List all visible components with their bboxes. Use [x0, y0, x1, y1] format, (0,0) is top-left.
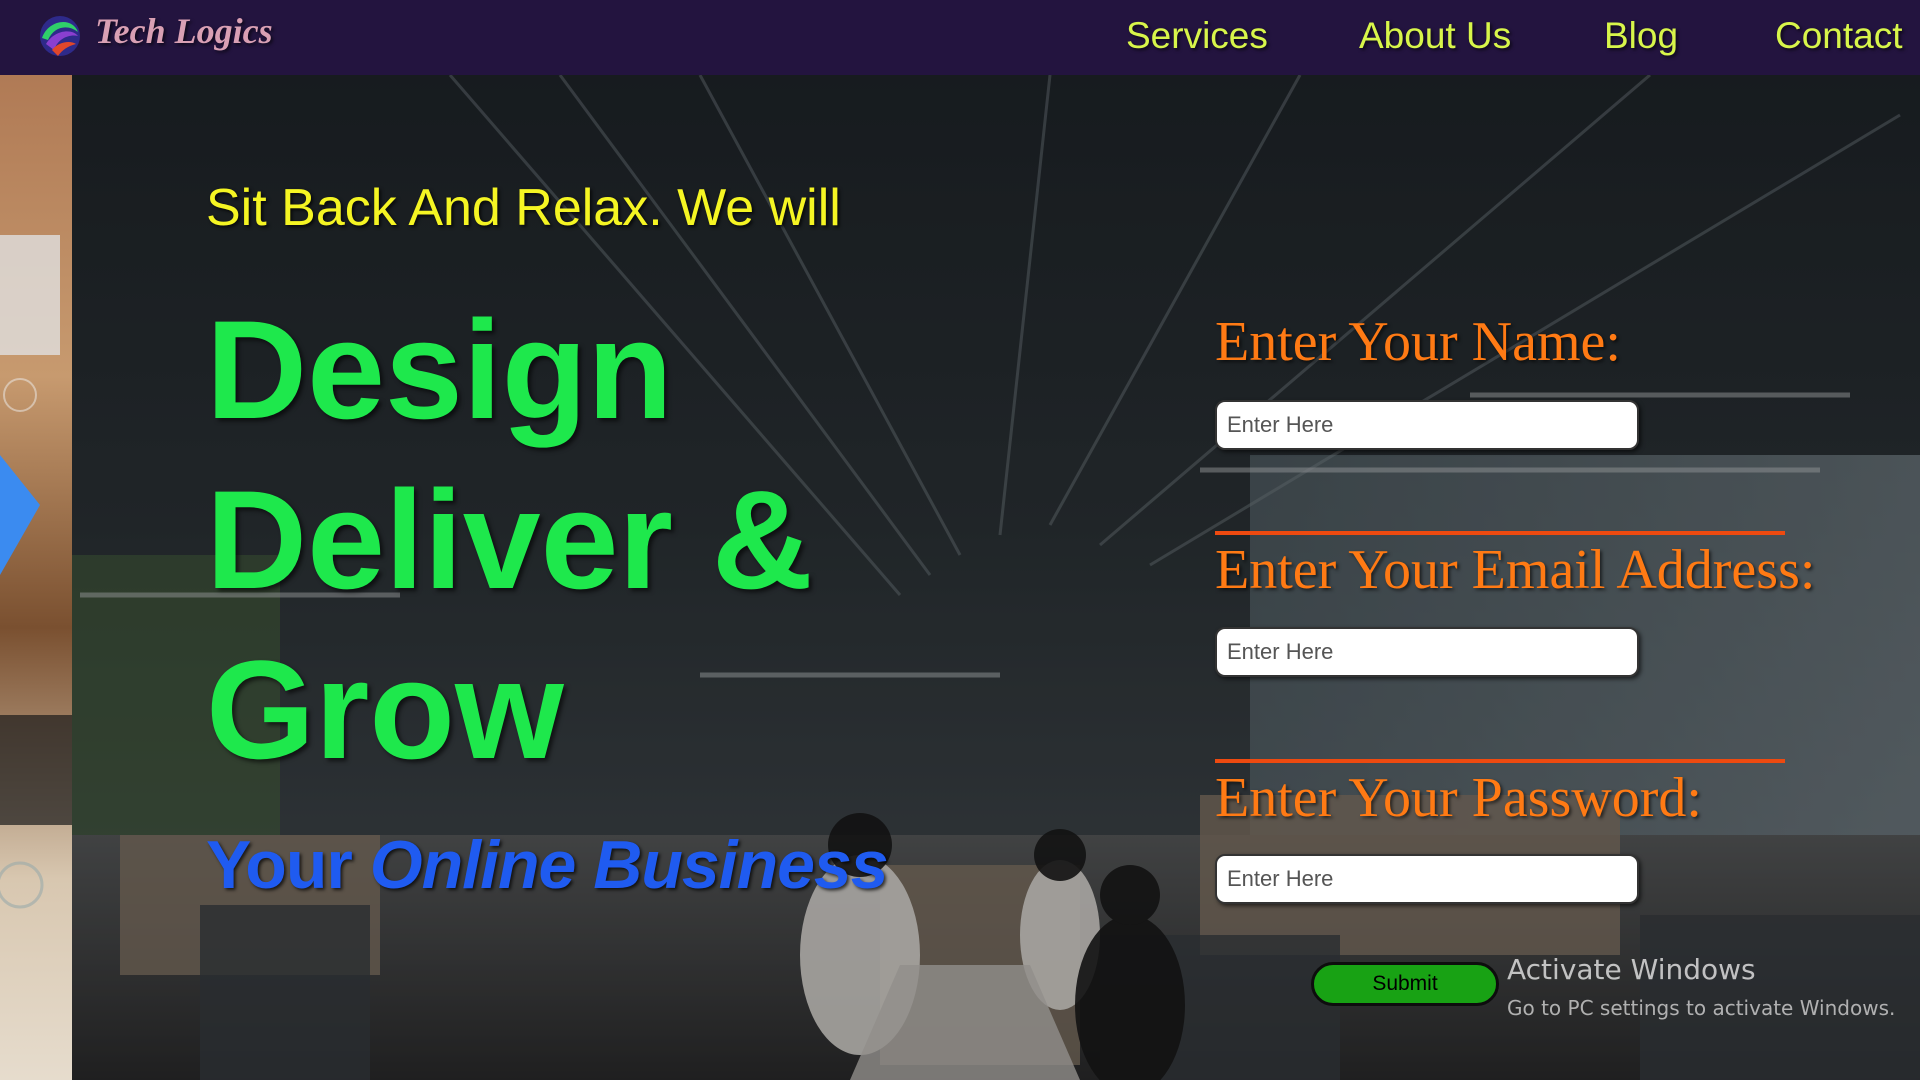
form-divider-1: [1215, 531, 1785, 535]
subheading-emphasis: Online Business: [369, 827, 889, 903]
name-field-label: Enter Your Name:: [1215, 311, 1621, 373]
email-input[interactable]: [1215, 627, 1639, 677]
hero-subheading: Your Online Business: [206, 826, 889, 904]
hero-tagline: Sit Back And Relax. We will: [206, 179, 841, 237]
activate-windows-subtitle: Go to PC settings to activate Windows.: [1507, 996, 1896, 1020]
page: Tech Logics Services About Us Blog Conta…: [0, 0, 1920, 1080]
password-field-label: Enter Your Password:: [1215, 767, 1702, 829]
subheading-normal: Your: [206, 827, 370, 903]
submit-button[interactable]: Submit: [1311, 962, 1499, 1006]
brand-name[interactable]: Tech Logics: [95, 10, 273, 52]
headline-line-2: Deliver &: [206, 461, 813, 618]
bird-logo-icon[interactable]: [38, 14, 82, 58]
email-field-label: Enter Your Email Address:: [1215, 539, 1816, 601]
nav-about-us-link[interactable]: About Us: [1359, 15, 1511, 57]
nav-services-link[interactable]: Services: [1126, 15, 1268, 57]
form-divider-2: [1215, 759, 1785, 763]
left-edge-image: [0, 75, 72, 1080]
nav-blog-link[interactable]: Blog: [1604, 15, 1678, 57]
headline-line-1: Design: [206, 291, 673, 448]
headline-line-3: Grow: [206, 631, 564, 788]
name-input[interactable]: [1215, 400, 1639, 450]
activate-windows-title: Activate Windows: [1507, 953, 1756, 986]
top-navbar: Tech Logics Services About Us Blog Conta…: [0, 0, 1920, 75]
password-input[interactable]: [1215, 854, 1639, 904]
nav-contact-link[interactable]: Contact: [1775, 15, 1903, 57]
